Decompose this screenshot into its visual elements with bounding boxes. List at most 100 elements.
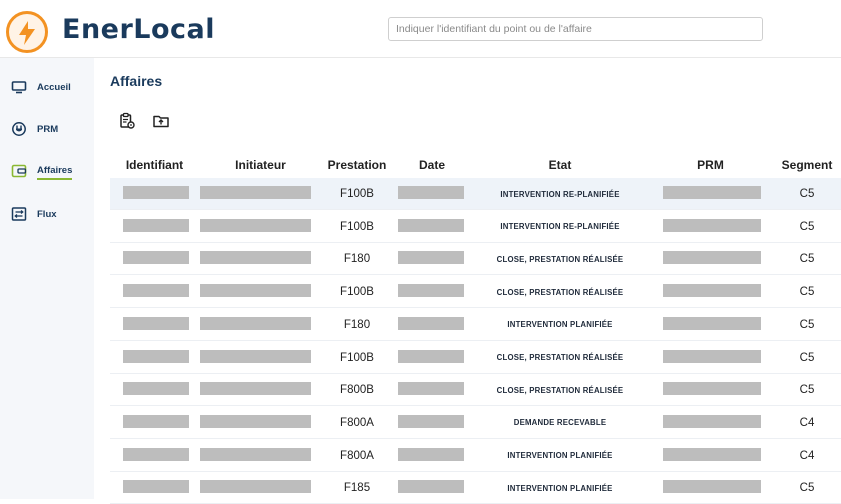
app-header: EnerLocal [0, 0, 841, 58]
cell-etat: INTERVENTION PLANIFIÉE [507, 451, 613, 461]
cell-segment: C5 [799, 253, 815, 266]
cell-prestation: F100B [340, 220, 374, 233]
cell-prestation: F185 [343, 482, 371, 495]
cell-etat: CLOSE, PRESTATION RÉALISÉE [496, 385, 624, 395]
cell-prestation: F800A [340, 416, 374, 429]
prm-redacted [663, 414, 761, 428]
identifiant-redacted [123, 284, 189, 298]
logo [6, 11, 48, 53]
cell-etat: CLOSE, PRESTATION RÉALISÉE [496, 287, 624, 297]
prm-redacted [663, 480, 761, 494]
date-redacted [398, 186, 464, 199]
table-row[interactable]: F100B CLOSE, PRESTATION RÉALISÉE C5 [110, 342, 841, 374]
plug-icon [10, 120, 28, 138]
page-title: Affaires [110, 73, 163, 89]
table-row[interactable]: F180 CLOSE, PRESTATION RÉALISÉE C5 [110, 243, 841, 276]
sidebar: Accueil PRM Affaires Flux [0, 58, 94, 499]
flux-icon [10, 205, 28, 223]
date-redacted [398, 284, 464, 298]
date-redacted [398, 447, 464, 461]
cell-segment: C5 [799, 318, 815, 331]
brand-name: EnerLocal [62, 14, 216, 45]
table-row[interactable]: F100B INTERVENTION RE-PLANIFIÉE C5 [110, 178, 841, 210]
initiateur-redacted [200, 316, 311, 330]
table-row[interactable]: F185 INTERVENTION PLANIFIÉE C5 [110, 472, 841, 504]
sidebar-item-accueil[interactable]: Accueil [10, 76, 90, 98]
prm-redacted [663, 382, 761, 396]
column-header-prm[interactable]: PRM [648, 158, 773, 172]
cell-segment: C4 [799, 449, 815, 462]
main-content: Affaires Identifiant Initiateur Prestati… [94, 58, 841, 504]
wallet-icon [10, 162, 28, 180]
initiateur-redacted [200, 284, 311, 298]
cell-segment: C5 [799, 220, 815, 233]
sidebar-item-flux[interactable]: Flux [10, 203, 90, 225]
date-redacted [398, 414, 464, 428]
column-header-segment[interactable]: Segment [773, 158, 841, 172]
identifiant-redacted [123, 414, 189, 428]
table-row[interactable]: F800A INTERVENTION PLANIFIÉE C4 [110, 440, 841, 472]
initiateur-redacted [200, 349, 311, 363]
table-row[interactable]: F800A DEMANDE RECEVABLE C4 [110, 407, 841, 439]
table-row[interactable]: F100B INTERVENTION RE-PLANIFIÉE C5 [110, 211, 841, 243]
cell-prestation: F100B [340, 286, 374, 299]
cell-etat: CLOSE, PRESTATION RÉALISÉE [496, 254, 624, 264]
table-row[interactable]: F800B CLOSE, PRESTATION RÉALISÉE C5 [110, 374, 841, 407]
cell-etat: INTERVENTION RE-PLANIFIÉE [500, 189, 620, 199]
identifiant-redacted [123, 447, 189, 461]
lightning-icon [19, 21, 35, 45]
prm-redacted [663, 186, 761, 199]
table-row[interactable]: F180 INTERVENTION PLANIFIÉE C5 [110, 309, 841, 341]
cell-etat: CLOSE, PRESTATION RÉALISÉE [496, 353, 624, 362]
initiateur-redacted [200, 186, 311, 199]
identifiant-redacted [123, 186, 189, 199]
cell-etat: INTERVENTION RE-PLANIFIÉE [500, 222, 620, 232]
prm-redacted [663, 251, 761, 265]
column-header-identifiant[interactable]: Identifiant [110, 158, 199, 172]
identifiant-redacted [123, 316, 189, 330]
date-redacted [398, 251, 464, 265]
monitor-icon [10, 78, 28, 96]
column-header-prestation[interactable]: Prestation [322, 158, 392, 172]
initiateur-redacted [200, 414, 311, 428]
initiateur-redacted [200, 480, 311, 494]
clipboard-settings-icon[interactable] [117, 111, 137, 131]
identifiant-redacted [123, 349, 189, 363]
cell-segment: C4 [799, 416, 815, 429]
search-input[interactable] [388, 17, 763, 41]
initiateur-redacted [200, 251, 311, 265]
folder-upload-icon[interactable] [151, 111, 171, 131]
prm-redacted [663, 349, 761, 363]
cell-segment: C5 [799, 482, 815, 495]
date-redacted [398, 218, 464, 232]
cell-prestation: F100B [340, 188, 374, 200]
prm-redacted [663, 316, 761, 330]
identifiant-redacted [123, 251, 189, 265]
sidebar-item-affaires[interactable]: Affaires [10, 160, 90, 182]
initiateur-redacted [200, 218, 311, 232]
cell-prestation: F800A [340, 449, 374, 462]
prm-redacted [663, 218, 761, 232]
cell-etat: DEMANDE RECEVABLE [513, 418, 607, 428]
cell-etat: INTERVENTION PLANIFIÉE [507, 483, 613, 493]
sidebar-item-label: Accueil [37, 81, 71, 93]
cell-segment: C5 [799, 286, 815, 299]
column-header-initiateur[interactable]: Initiateur [199, 158, 322, 172]
table-row[interactable]: F100B CLOSE, PRESTATION RÉALISÉE C5 [110, 276, 841, 309]
date-redacted [398, 480, 464, 494]
identifiant-redacted [123, 382, 189, 396]
cell-segment: C5 [799, 188, 815, 200]
sidebar-item-label: Affaires [37, 165, 73, 180]
column-header-etat[interactable]: Etat [472, 158, 648, 172]
date-redacted [398, 382, 464, 396]
cell-segment: C5 [799, 384, 815, 397]
column-header-date[interactable]: Date [392, 158, 472, 172]
cell-prestation: F180 [343, 253, 371, 266]
sidebar-item-prm[interactable]: PRM [10, 118, 90, 140]
initiateur-redacted [200, 382, 311, 396]
prm-redacted [663, 447, 761, 461]
cell-etat: INTERVENTION PLANIFIÉE [507, 320, 613, 330]
sidebar-item-label: PRM [37, 123, 59, 135]
cell-prestation: F800B [340, 384, 374, 397]
cell-prestation: F180 [343, 318, 371, 331]
